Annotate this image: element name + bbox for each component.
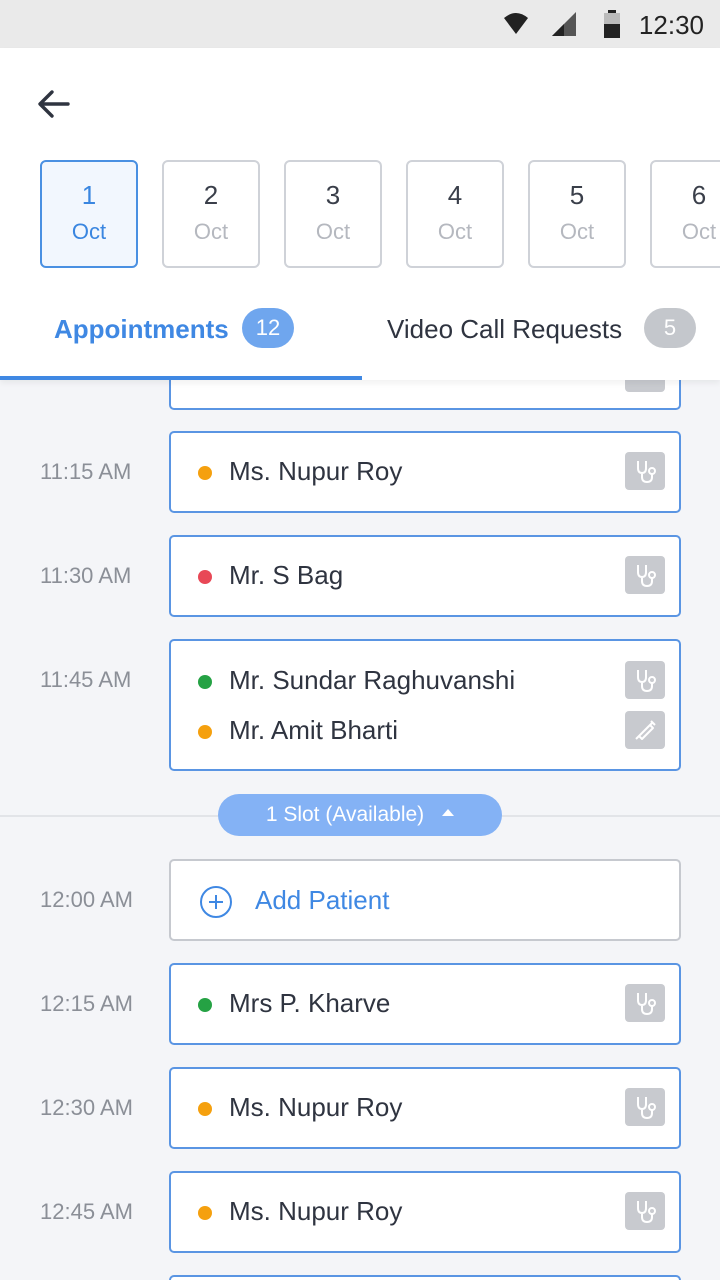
date-chip-2[interactable]: 2 Oct [162,160,260,268]
date-month: Oct [315,219,351,244]
stethoscope-icon [625,1192,665,1230]
appointment-card[interactable]: Mr. S Bag [169,535,681,617]
slot-time: 12:45 AM [40,1199,133,1224]
slot-time: 11:15 AM [40,459,132,484]
tab-label: Appointments [54,314,229,344]
clock: 12:30 [638,10,704,40]
appointment-card[interactable]: Ms. Nupur Roy [169,1067,681,1149]
date-month: Oct [681,219,717,244]
appointment-card[interactable]: Mr. Sundar Raghuvanshi Mr. Amit Bharti [169,639,681,771]
status-dot [198,1206,212,1220]
status-dot [198,725,212,739]
appointment-entry[interactable]: Mrs P. Kharve [171,980,679,1028]
stethoscope-icon [625,556,665,594]
date-month: Oct [193,219,229,244]
appointment-card[interactable]: Ms. Nupur Roy [169,431,681,513]
appointment-entry[interactable]: Mr. S Bag [171,552,679,600]
syringe-icon [625,711,665,749]
count-badge: 12 [242,308,294,348]
status-dot [198,466,212,480]
slot-time: 12:00 AM [40,887,133,912]
cellular-signal-icon [552,12,576,36]
status-dot [198,570,212,584]
add-patient-button[interactable]: Add Patient [169,859,681,941]
appointment-card-partial[interactable] [169,380,681,410]
available-slot-label: 1 Slot (Available) [265,803,425,826]
appointment-entry[interactable]: Mr. Sundar Raghuvanshi [171,657,679,705]
appointment-entry[interactable]: Ms. Nupur Roy [171,1084,679,1132]
date-day: 5 [569,180,585,210]
tab-bar: Appointments 12 Video Call Requests 5 [0,298,720,380]
appointment-entry[interactable]: Ms. Nupur Roy [171,448,679,496]
patient-name: Mr. S Bag [229,560,344,590]
add-circle-icon [200,886,232,918]
appointment-entry[interactable]: Ms. Nupur Roy [171,1188,679,1236]
wifi-icon [504,13,528,34]
patient-name: Ms. Nupur Roy [229,1196,403,1226]
stethoscope-icon [625,661,665,699]
caret-up-icon [442,808,455,816]
date-chip-3[interactable]: 3 Oct [284,160,382,268]
appointment-list[interactable]: 11:15 AM Ms. Nupur Roy 11:30 AM Mr. S Ba… [0,380,720,1280]
tab-video-call-requests[interactable]: Video Call Requests 5 [362,298,720,380]
appointment-card[interactable]: Mrs P. Kharve [169,963,681,1045]
appointment-card[interactable]: Ms. Nupur Roy [169,1171,681,1253]
count-badge: 5 [644,308,696,348]
date-day: 6 [691,180,707,210]
stethoscope-icon [625,984,665,1022]
back-arrow-icon[interactable] [34,86,74,122]
status-dot [198,998,212,1012]
date-day: 4 [447,180,463,210]
date-chip-6[interactable]: 6 Oct [650,160,720,268]
available-slot-toggle[interactable]: 1 Slot (Available) [218,794,502,836]
battery-icon [604,10,620,38]
patient-name: Mrs P. Kharve [229,988,391,1018]
tab-label: Video Call Requests [387,314,623,344]
status-bar: 12:30 [0,0,720,48]
date-day: 1 [81,180,97,210]
patient-name: Mr. Amit Bharti [229,715,399,745]
status-dot [198,1102,212,1116]
stethoscope-icon [625,452,665,490]
slot-time: 12:30 AM [40,1095,133,1120]
date-chip-5[interactable]: 5 Oct [528,160,626,268]
slot-time: 11:45 AM [40,667,132,692]
date-day: 3 [325,180,341,210]
date-selector: 1 Oct 2 Oct 3 Oct 4 Oct 5 Oct 6 Oct [0,160,720,268]
status-dot [198,675,212,689]
patient-name: Ms. Nupur Roy [229,1092,403,1122]
date-day: 2 [203,180,219,210]
header: 1 Oct 2 Oct 3 Oct 4 Oct 5 Oct 6 Oct Appo… [0,48,720,380]
date-chip-1[interactable]: 1 Oct [40,160,138,268]
patient-name: Ms. Nupur Roy [229,456,403,486]
slot-time: 12:15 AM [40,991,133,1016]
patient-name: Mr. Sundar Raghuvanshi [229,665,516,695]
date-month: Oct [559,219,595,244]
date-month: Oct [437,219,473,244]
slot-time: 11:30 AM [40,563,132,588]
active-tab-indicator [0,376,362,380]
tab-appointments[interactable]: Appointments 12 [0,298,362,380]
date-month: Oct [71,219,107,244]
appointment-card-partial[interactable] [169,1275,681,1280]
appointment-entry [171,380,679,398]
appointment-entry[interactable]: Mr. Amit Bharti [171,707,679,755]
date-chip-4[interactable]: 4 Oct [406,160,504,268]
stethoscope-icon [625,380,665,392]
stethoscope-icon [625,1088,665,1126]
add-patient-label: Add Patient [255,885,390,915]
